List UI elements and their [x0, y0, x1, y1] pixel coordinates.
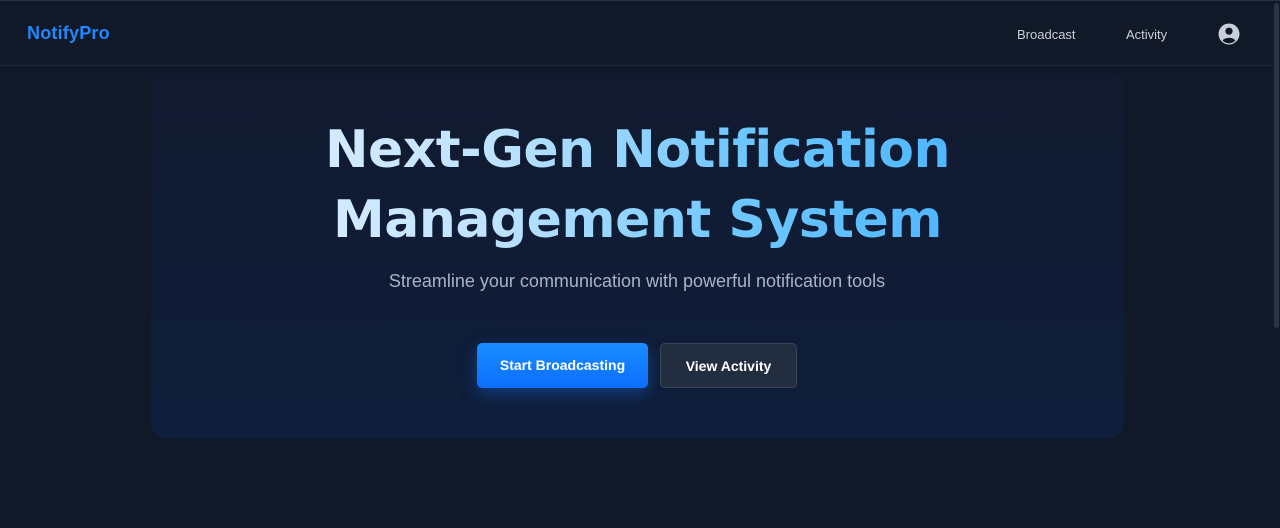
- brand-logo[interactable]: NotifyPro: [27, 23, 110, 44]
- view-activity-button[interactable]: View Activity: [660, 343, 797, 388]
- hero-title: Next-Gen Notification Management System: [151, 115, 1124, 255]
- hero-subtitle: Streamline your communication with power…: [388, 271, 886, 291]
- navbar: NotifyPro Broadcast Activity: [0, 1, 1280, 66]
- nav-link-activity[interactable]: Activity: [1126, 27, 1167, 42]
- user-circle-icon[interactable]: [1218, 23, 1240, 45]
- hero-section: Next-Gen Notification Management System …: [151, 73, 1124, 439]
- start-broadcasting-button[interactable]: Start Broadcasting: [477, 343, 648, 388]
- scrollbar-thumb[interactable]: [1274, 3, 1279, 328]
- nav-link-broadcast[interactable]: Broadcast: [1017, 27, 1076, 42]
- page: NotifyPro Broadcast Activity Next-Gen No…: [0, 0, 1280, 528]
- scrollbar[interactable]: [1273, 1, 1280, 528]
